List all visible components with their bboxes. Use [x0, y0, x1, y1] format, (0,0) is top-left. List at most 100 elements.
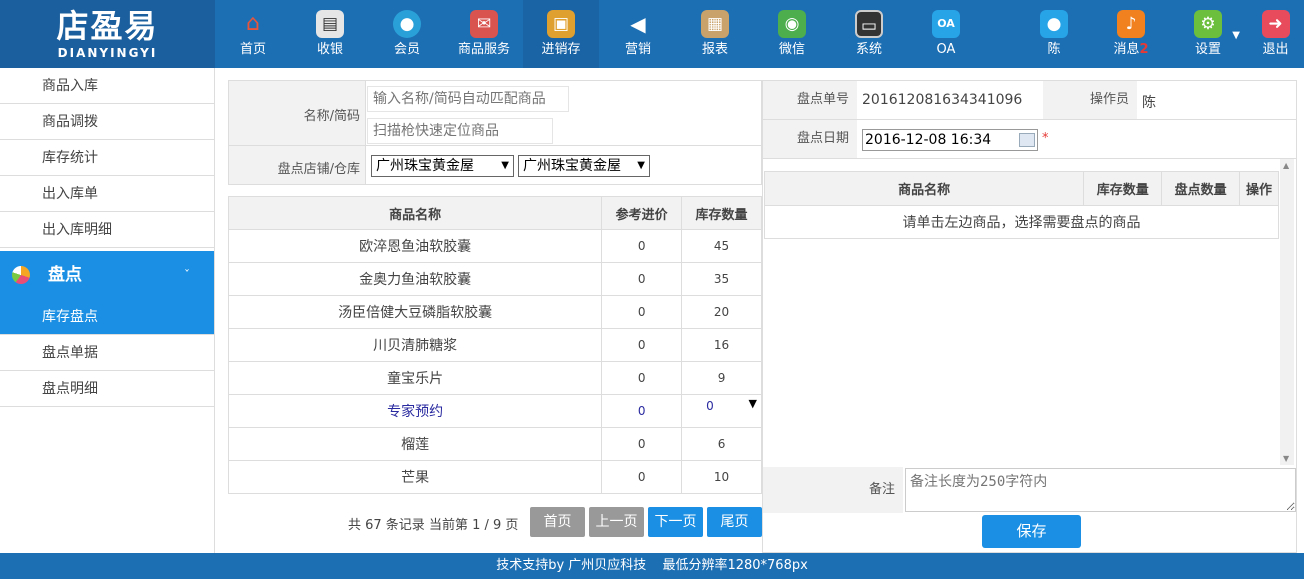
goods-service-icon: ✉ [470, 10, 498, 38]
name-code-input[interactable] [367, 86, 569, 112]
store-select[interactable]: 广州珠宝黄金屋 ▼ [371, 155, 514, 177]
save-button[interactable]: 保存 [982, 515, 1081, 548]
sidebar-group-stocktake[interactable]: 盘点 ˇ [0, 251, 214, 299]
last-page-button[interactable]: 尾页 [707, 507, 762, 537]
product-name-cell: 川贝清肺糖浆 [227, 328, 603, 362]
price-cell: 0 [601, 295, 683, 329]
table-row[interactable]: 童宝乐片 0 9 [227, 361, 762, 395]
table-row[interactable]: 榴莲 0 6 [227, 427, 762, 461]
chevron-down-icon: ˇ [184, 268, 190, 282]
stock-cell: 6 [681, 427, 762, 461]
nav-goods-service[interactable]: ✉ 商品服务 [446, 0, 522, 68]
pager-summary: 共 67 条记录 当前第 1 / 9 页 [348, 518, 519, 533]
table-row[interactable]: 芒果 0 10 [227, 460, 762, 494]
oa-icon: OA [932, 10, 960, 38]
user-name: 陈 [1047, 42, 1061, 57]
nav-report[interactable]: ▦ 报表 [677, 0, 753, 68]
warehouse-select[interactable]: 广州珠宝黄金屋 ▼ [518, 155, 650, 177]
nav-user[interactable]: ● 陈 [1016, 0, 1092, 68]
vertical-scrollbar[interactable]: ▲ ▼ [1280, 159, 1294, 465]
column-header: 商品名称 [763, 171, 1085, 206]
wechat-icon: ◉ [778, 10, 806, 38]
price-cell: 0 [601, 229, 683, 263]
stock-check-form: 盘点单号 201612081634341096 操作员 陈 盘点日期 2016-… [762, 80, 1297, 553]
nav-system[interactable]: ▭ 系统 [831, 0, 907, 68]
sidebar-item-stock-check[interactable]: 库存盘点 [0, 299, 214, 335]
stock-cell: 0 [706, 399, 714, 413]
table-header-row: 商品名称 库存数量 盘点数量 操作 [763, 171, 1279, 206]
nav-member[interactable]: ● 会员 [369, 0, 445, 68]
product-table: 商品名称 参考进价 库存数量 欧淬恩鱼油软胶囊 0 45 金奥力鱼油软胶囊 0 … [227, 196, 762, 494]
sidebar-item-check-orders[interactable]: 盘点单据 [0, 335, 214, 371]
marketing-icon: ◀ [630, 12, 646, 36]
nav-logout[interactable]: ➜ 退出 [1247, 0, 1304, 68]
table-row[interactable]: 汤臣倍健大豆磷脂软胶囊 0 20 [227, 295, 762, 329]
table-row: 请单击左边商品，选择需要盘点的商品 [764, 205, 1279, 239]
logo-text-en: DIANYINGYI [57, 46, 158, 60]
table-row[interactable]: 川贝清肺糖浆 0 16 [227, 328, 762, 362]
nav-messages[interactable]: ♪ 消息2 [1093, 0, 1169, 68]
order-no-value: 201612081634341096 [862, 92, 1023, 108]
remark-textarea[interactable] [905, 468, 1296, 512]
table-row[interactable]: 金奥力鱼油软胶囊 0 35 [227, 262, 762, 296]
nav-wechat[interactable]: ◉ 微信 [754, 0, 830, 68]
scroll-up-icon[interactable]: ▲ [1283, 161, 1289, 170]
nav-label: 报表 [701, 42, 728, 57]
nav-inventory[interactable]: ▣ 进销存 [523, 0, 599, 68]
gear-icon: ⚙ [1194, 10, 1222, 38]
sidebar-item-check-details[interactable]: 盘点明细 [0, 371, 214, 407]
dropdown-arrow-icon: ▼ [501, 160, 509, 171]
sidebar-item-goods-transfer[interactable]: 商品调拨 [0, 104, 214, 140]
calendar-icon[interactable] [1019, 133, 1035, 147]
home-icon: ⌂ [246, 11, 260, 36]
product-name-cell: 金奥力鱼油软胶囊 [227, 262, 603, 296]
tech-support-text: 技术支持by 广州贝应科技 [496, 558, 647, 573]
sidebar-item-goods-inbound[interactable]: 商品入库 [0, 68, 214, 104]
next-page-button[interactable]: 下一页 [648, 507, 703, 537]
sidebar-item-inout-orders[interactable]: 出入库单 [0, 176, 214, 212]
nav-label: 商品服务 [457, 42, 510, 57]
table-row[interactable]: 欧淬恩鱼油软胶囊 0 45 [227, 229, 762, 263]
check-date-input[interactable]: 2016-12-08 16:34 [862, 129, 1038, 151]
nav-home[interactable]: ⌂ 首页 [215, 0, 291, 68]
nav-marketing[interactable]: ◀ 营销 [600, 0, 676, 68]
scroll-down-icon[interactable]: ▼ [1283, 454, 1289, 463]
product-name-cell: 童宝乐片 [227, 361, 603, 395]
stock-cell: 20 [681, 295, 762, 329]
stock-cell: 10 [681, 460, 762, 494]
order-no-label: 盘点单号 [763, 81, 857, 119]
nav-label: 首页 [239, 42, 266, 57]
stock-cell: 9 [681, 361, 762, 395]
prev-page-button[interactable]: 上一页 [589, 507, 644, 537]
nav-settings[interactable]: ⚙ 设置 ▼ [1170, 0, 1246, 68]
first-page-button[interactable]: 首页 [530, 507, 585, 537]
sidebar-item-stock-stats[interactable]: 库存统计 [0, 140, 214, 176]
app-logo[interactable]: 店盈易 DIANYINGYI [0, 0, 215, 68]
warehouse-select-value: 广州珠宝黄金屋 [523, 158, 621, 174]
min-resolution-text: 最低分辨率1280*768px [662, 558, 808, 573]
price-cell: 0 [601, 394, 683, 428]
column-header: 参考进价 [601, 196, 683, 230]
column-header: 盘点数量 [1161, 171, 1241, 206]
member-icon: ● [393, 10, 421, 38]
bell-icon: ♪ [1117, 10, 1145, 38]
settings-dropdown-icon[interactable]: ▼ [1232, 30, 1240, 41]
stock-cell: 35 [681, 262, 762, 296]
nav-cashier[interactable]: ▤ 收银 [292, 0, 368, 68]
table-row[interactable]: 专家预约 0 0 ▼ [227, 394, 762, 428]
remark-label: 备注 [763, 467, 903, 513]
stock-cell: 45 [681, 229, 762, 263]
sidebar-item-inout-details[interactable]: 出入库明细 [0, 212, 214, 248]
sidebar-group-label: 盘点 [48, 265, 82, 285]
column-header: 操作 [1239, 171, 1279, 206]
product-name-cell: 专家预约 [227, 394, 603, 428]
product-name-cell: 欧淬恩鱼油软胶囊 [227, 229, 603, 263]
price-cell: 0 [601, 328, 683, 362]
nav-label: 系统 [855, 42, 882, 57]
system-icon: ▭ [855, 10, 883, 38]
check-date-value: 2016-12-08 16:34 [865, 132, 992, 148]
table-header-row: 商品名称 参考进价 库存数量 [227, 196, 762, 230]
price-cell: 0 [601, 361, 683, 395]
nav-oa[interactable]: OA OA [908, 0, 984, 68]
barcode-scan-input[interactable] [367, 118, 553, 144]
